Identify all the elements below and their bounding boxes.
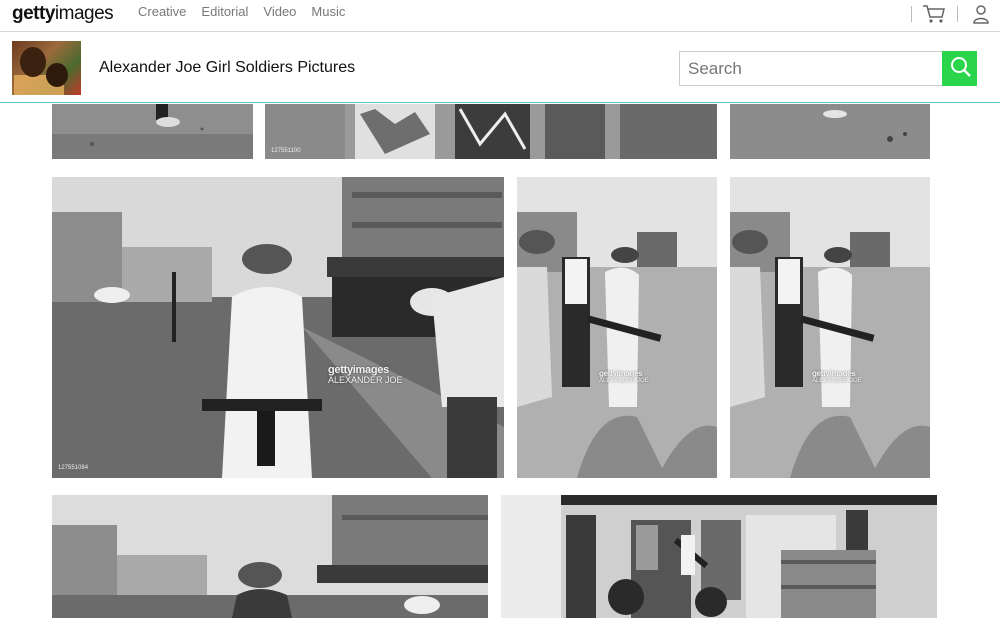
cart-icon[interactable] <box>922 4 946 24</box>
search-button[interactable] <box>942 51 977 86</box>
header-thumbnail <box>12 41 81 95</box>
getty-watermark: gettyimages ALEXANDER JOE <box>328 364 403 385</box>
nav-music[interactable]: Music <box>311 4 345 19</box>
photo-girl-soldier-street-crop[interactable] <box>52 495 488 618</box>
page-title: Alexander Joe Girl Soldiers Pictures <box>99 59 356 76</box>
top-navigation: gettyimages Creative Editorial Video Mus… <box>0 0 1000 32</box>
page-header: Alexander Joe Girl Soldiers Pictures <box>0 33 1000 103</box>
photo-id-label: 127551100 <box>271 148 301 154</box>
photo-thumbnail[interactable]: 127551100 <box>265 104 717 159</box>
photo-thumbnail[interactable] <box>52 104 253 159</box>
nav-creative[interactable]: Creative <box>138 4 186 19</box>
photo-id-label: 127551084 <box>58 465 89 471</box>
photo-girl-soldier-walking-alt[interactable]: gettyimages ALEXANDER JOE <box>730 177 930 478</box>
search-icon <box>948 55 972 82</box>
nav-editorial[interactable]: Editorial <box>201 4 248 19</box>
photo-girl-soldier-street[interactable]: gettyimages ALEXANDER JOE 127551084 <box>52 177 504 478</box>
photo-thumbnail[interactable] <box>730 104 930 159</box>
getty-logo[interactable]: gettyimages <box>12 3 114 25</box>
main-nav: Creative Editorial Video Music <box>138 4 360 19</box>
photo-soldiers-doorway[interactable] <box>501 495 937 618</box>
nav-divider <box>957 6 958 22</box>
getty-watermark: gettyimages ALEXANDER JOE <box>599 369 649 385</box>
user-account-icon[interactable] <box>972 4 990 24</box>
getty-watermark: gettyimages ALEXANDER JOE <box>812 369 862 385</box>
search-bar <box>679 51 977 86</box>
nav-divider <box>911 6 912 22</box>
search-input[interactable] <box>679 51 943 86</box>
photo-girl-soldier-walking[interactable]: gettyimages ALEXANDER JOE <box>517 177 717 478</box>
nav-video[interactable]: Video <box>263 4 296 19</box>
